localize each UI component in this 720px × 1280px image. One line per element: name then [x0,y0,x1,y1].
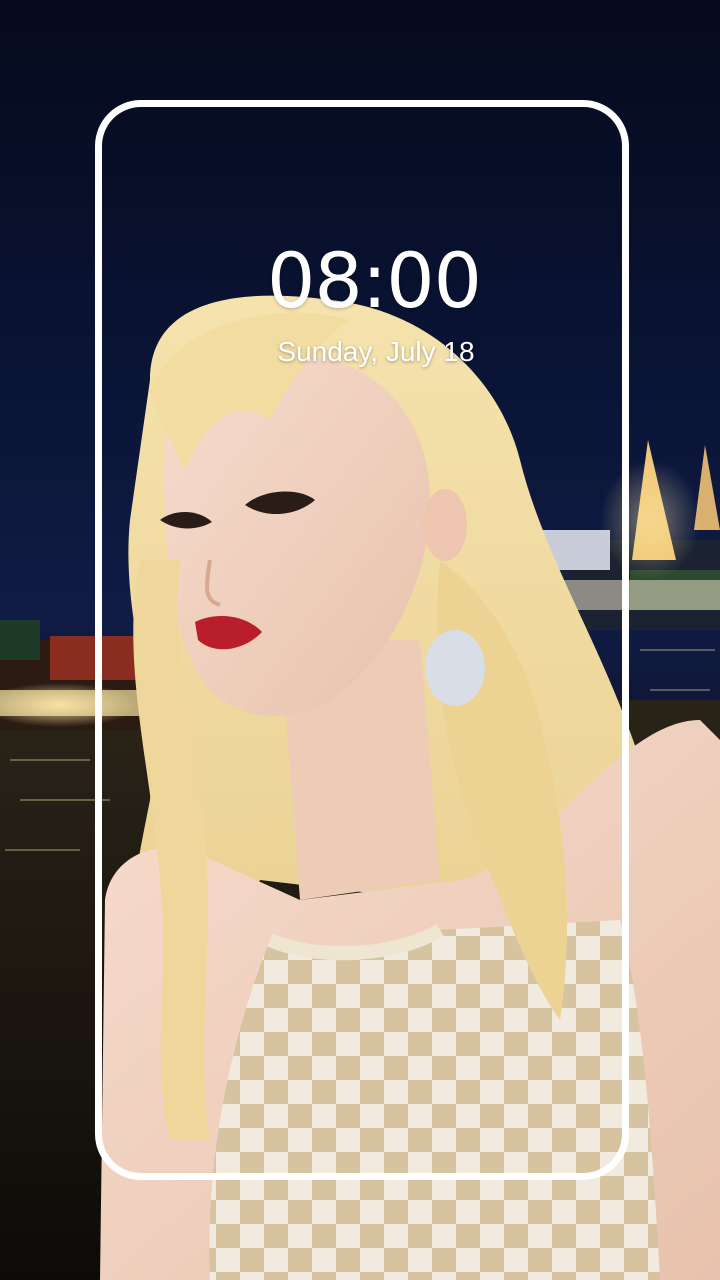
lock-screen: 08:00 Sunday, July 18 [0,0,720,1280]
wallpaper-image [0,295,720,1280]
clock-time: 08:00 [266,236,482,325]
clock-date: Sunday, July 18 [277,336,475,367]
